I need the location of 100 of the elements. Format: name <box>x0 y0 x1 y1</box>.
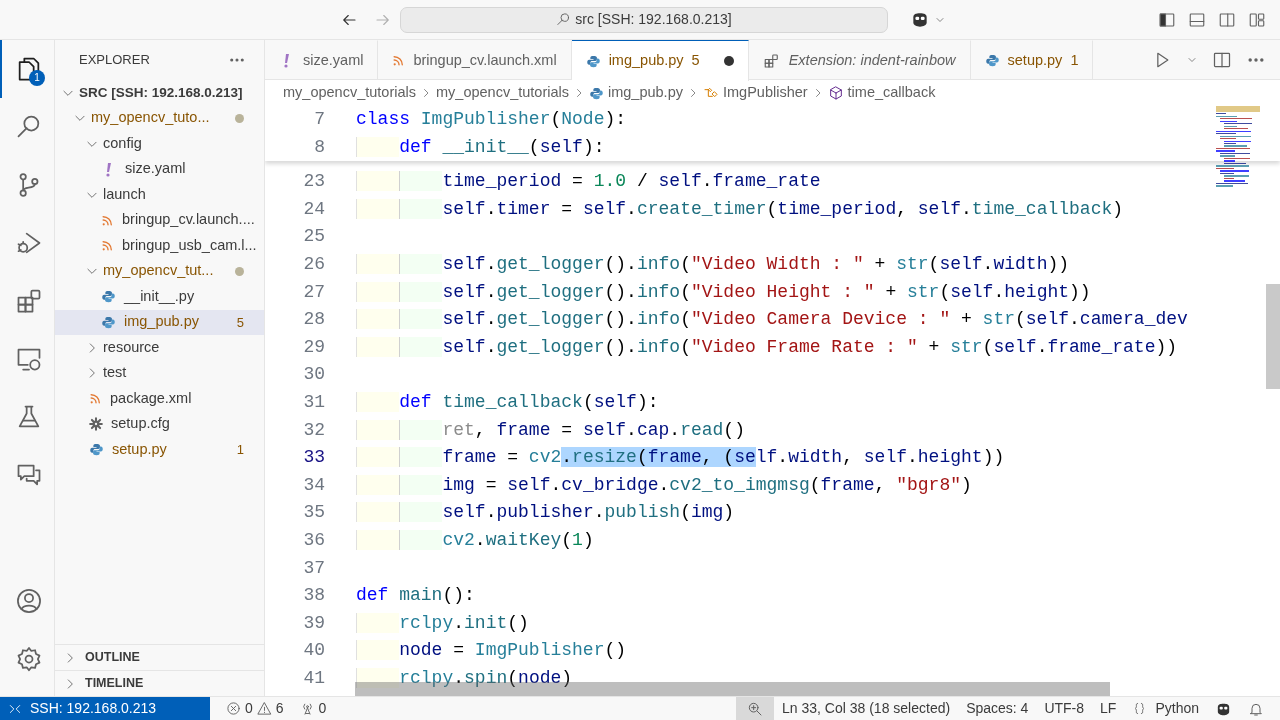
python-icon <box>101 314 116 330</box>
folder-item[interactable]: resource <box>55 335 264 361</box>
line-number: 8 <box>313 135 326 159</box>
section-header[interactable]: OUTLINE <box>55 644 264 670</box>
status-item[interactable]: Spaces: 4 <box>958 696 1037 720</box>
code-line: self.get_logger().info("Video Frame Rate : " + str(self.frame_rate)) <box>345 333 1195 362</box>
python-icon <box>589 85 604 101</box>
notification-badge: 1 <box>29 70 45 86</box>
line-number: 34 <box>302 473 326 497</box>
search-icon <box>556 12 572 27</box>
code-line: img = self.cv_bridge.cv2_to_imgmsg(frame, "bgr8") <box>345 471 1195 500</box>
ports-status[interactable]: 0 <box>291 696 335 720</box>
code-line: cv2.waitKey(1) <box>345 526 1195 555</box>
line-number: 36 <box>302 528 326 552</box>
folder-item[interactable]: test <box>55 360 264 386</box>
editor-tab[interactable]: setup.py 1 <box>970 40 1094 80</box>
line-number: 7 <box>313 108 326 131</box>
line-number: 41 <box>302 666 326 690</box>
code-line: self.get_logger().info("Video Camera Device : " + str(self.camera_dev <box>345 306 1195 334</box>
section-header[interactable]: TIMELINE <box>55 670 264 696</box>
account-icon <box>14 587 43 615</box>
code-line: rclpy.init() <box>345 609 1195 638</box>
breadcrumb-item[interactable]: img_pub.py <box>589 82 683 104</box>
split-layout-icon[interactable] <box>1218 10 1236 29</box>
line-number: 29 <box>302 335 326 359</box>
line-number: 40 <box>302 639 326 663</box>
code-line: class ImgPublisher(Node): <box>355 108 628 131</box>
problem-count: 5 <box>691 51 700 71</box>
line-number: 31 <box>302 390 326 414</box>
file-item[interactable]: bringup_cv.launch.... <box>55 207 264 233</box>
folder-item[interactable]: my_opencv_tut... <box>55 258 264 284</box>
editor-tab[interactable]: bringup_cv.launch.xml <box>378 40 572 80</box>
layout-icon[interactable] <box>1248 10 1266 29</box>
code-line: def __init__(self): <box>345 133 1195 162</box>
problem-count: 5 <box>236 313 244 332</box>
code-line: def main(): <box>355 584 476 608</box>
workspace-root[interactable]: SRC [SSH: 192.168.0.213] <box>55 80 264 106</box>
file-item[interactable]: setup.cfg <box>55 411 264 437</box>
rss-icon <box>89 392 102 406</box>
python-icon <box>585 53 601 69</box>
file-item[interactable]: size.yaml <box>55 156 264 182</box>
line-number: 39 <box>302 611 326 635</box>
status-item[interactable]: LF <box>1092 696 1125 720</box>
files-tab[interactable]: 1 <box>0 40 55 98</box>
line-number: 38 <box>302 584 326 608</box>
code-line: frame = cv2.resize(frame, (self.width, self.height)) <box>345 444 1195 472</box>
code-line: node = ImgPublisher() <box>345 637 1195 665</box>
status-item[interactable]: Ln 33, Col 38 (18 selected) <box>774 696 959 720</box>
code-line: def time_callback(self): <box>345 388 1195 417</box>
minimap-drawing[interactable] <box>1216 106 1260 187</box>
line-number: 26 <box>302 252 326 276</box>
breadcrumb-item[interactable]: ImgPublisher <box>702 82 808 104</box>
line-number: 24 <box>302 197 326 221</box>
folder-item[interactable]: my_opencv_tuto... <box>55 105 264 131</box>
file-item[interactable]: bringup_usb_cam.l... <box>55 233 264 259</box>
extension-icon <box>762 51 781 70</box>
python-icon <box>101 289 116 305</box>
gear-icon <box>89 417 103 432</box>
problem-count: 1 <box>236 441 244 459</box>
file-item[interactable]: img_pub.py 5 <box>55 309 264 335</box>
file-item[interactable]: __init__.py <box>55 284 264 310</box>
status-item[interactable]: UTF-8 <box>1036 696 1093 720</box>
editor-tab[interactable]: img_pub.py 5 <box>571 40 749 81</box>
code-line: self.get_logger().info("Video Width : " + str(self.width)) <box>345 250 1195 279</box>
panel-toggle-icon[interactable] <box>1188 10 1206 29</box>
code-line: time_period = 1.0 / self.frame_rate <box>345 168 1195 196</box>
editor-tab[interactable]: size.yaml <box>265 40 379 80</box>
line-number: 33 <box>302 446 326 470</box>
editor-tab[interactable]: Extension: indent-rainbow <box>748 40 971 80</box>
code-line: ret, frame = self.cap.read() <box>345 416 1195 445</box>
code-line: self.publisher.publish(img) <box>345 499 1195 527</box>
line-number: 23 <box>302 170 326 194</box>
file-item[interactable]: setup.py 1 <box>55 437 264 463</box>
vertical-scrollbar[interactable] <box>1266 284 1280 389</box>
zoom-in-icon <box>747 700 763 717</box>
rss-icon <box>101 213 114 227</box>
cube-icon <box>827 85 844 101</box>
line-number: 30 <box>302 363 326 387</box>
zoom-button[interactable] <box>736 696 774 720</box>
line-number: 27 <box>302 280 326 304</box>
warning-icon <box>256 701 272 716</box>
rss-icon <box>101 239 114 253</box>
search-field[interactable]: src [SSH: 192.168.0.213] <box>400 6 888 33</box>
file-item[interactable]: package.xml <box>55 386 264 412</box>
breadcrumb-item[interactable]: time_callback <box>827 82 936 104</box>
folder-item[interactable]: launch <box>55 182 264 208</box>
sidebar-toggle-icon[interactable] <box>1158 10 1176 29</box>
language-mode[interactable]: Python <box>1124 696 1207 720</box>
remote-indicator[interactable]: SSH: 192.168.0.213 <box>0 696 210 720</box>
code-line: rclpy.spin(node) <box>345 664 1195 693</box>
breadcrumb-item[interactable]: my_opencv_tutorials <box>436 82 569 104</box>
problems-status[interactable]: 0 6 <box>218 696 292 720</box>
bell-icon <box>1248 701 1264 718</box>
code-line: self.get_logger().info("Video Height : " + str(self.height)) <box>345 278 1195 307</box>
line-number: 28 <box>302 308 326 332</box>
folder-item[interactable]: config <box>55 131 264 157</box>
unsaved-dot <box>723 56 734 66</box>
python-icon <box>984 53 1000 68</box>
breadcrumb-item[interactable]: my_opencv_tutorials <box>283 82 416 104</box>
rss-icon <box>392 54 406 67</box>
